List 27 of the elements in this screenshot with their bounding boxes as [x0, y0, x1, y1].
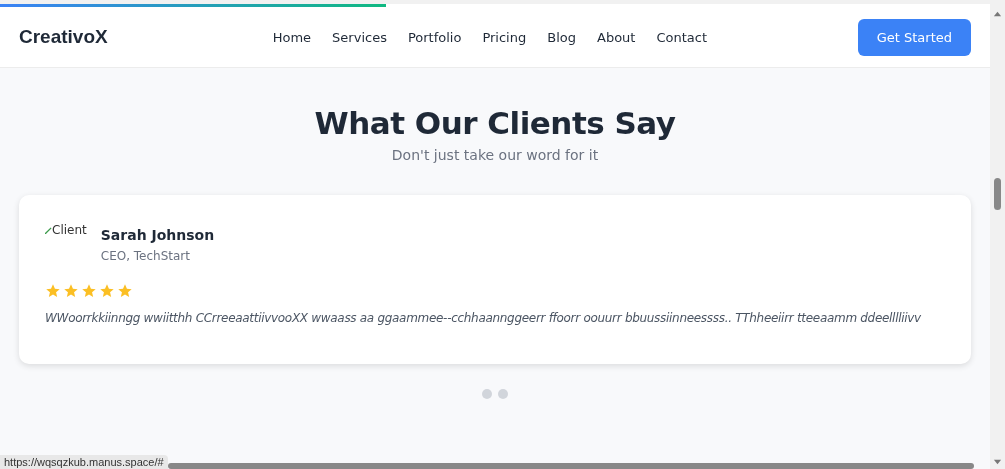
nav-link[interactable]: Services [332, 29, 387, 45]
star-icon [117, 283, 133, 299]
nav-link[interactable]: Home [272, 29, 312, 45]
section-subtitle: Don't just take our word for it [391, 147, 599, 163]
section-title: What Our Clients Say [314, 105, 676, 141]
nav-link[interactable]: Pricing [482, 29, 527, 45]
scroll-down-icon[interactable] [993, 457, 1002, 466]
get-started-button[interactable]: Get Started [857, 18, 971, 56]
status-url: https://wqsqzkub.manus.space/# [0, 455, 168, 469]
nav-link[interactable]: About [597, 29, 636, 45]
testimonial-quote: WWoorrkkiinngg wwiitthh CCrreeaattiivvooXX wwaass aa ggaammee--cchhaannggeerr ffoorr oouurr bbuussiinneessss.. TThheeiirr tteeaamm ddeelllliivv [45, 311, 922, 325]
star-icon [45, 283, 61, 299]
nav-link[interactable]: Blog [547, 29, 576, 45]
star-icon [99, 283, 115, 299]
nav-link[interactable]: Portfolio [407, 29, 462, 45]
carousel-dot[interactable] [482, 389, 492, 399]
client-role: CEO, TechStart [100, 249, 191, 263]
nav-link[interactable]: Contact [656, 29, 707, 45]
star-icon [81, 283, 97, 299]
broken-image: Client [45, 223, 87, 239]
star-icon [63, 283, 79, 299]
horizontal-scrollbar[interactable] [167, 463, 974, 469]
carousel-dot[interactable] [498, 389, 508, 399]
scroll-up-icon[interactable] [993, 10, 1002, 19]
logo[interactable]: CreativoX [19, 26, 108, 48]
vertical-scrollbar[interactable] [994, 178, 1001, 210]
client-name: Sarah Johnson [100, 227, 215, 243]
